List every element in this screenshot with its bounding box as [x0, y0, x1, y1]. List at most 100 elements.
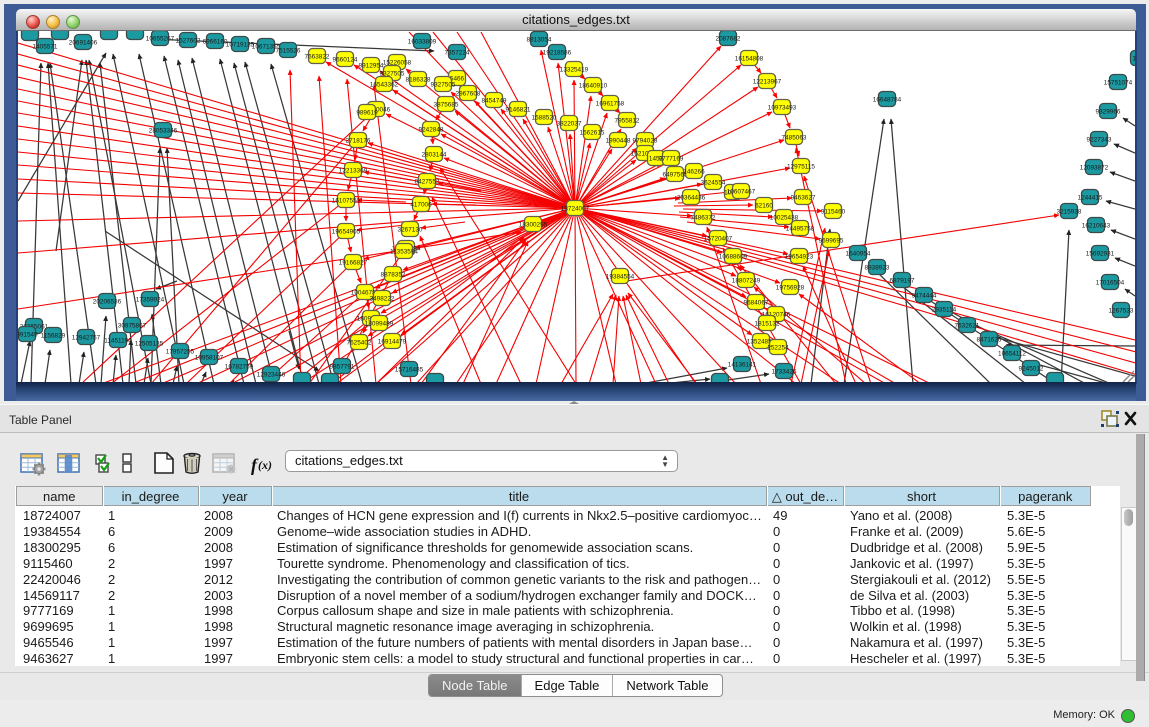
svg-text:17016504: 17016504 — [1096, 279, 1125, 286]
svg-text:10973493: 10973493 — [768, 104, 797, 111]
svg-text:3215938: 3215938 — [1057, 208, 1082, 215]
svg-text:17359924: 17359924 — [136, 296, 165, 303]
svg-text:8912954: 8912954 — [359, 62, 384, 69]
svg-text:19756928: 19756928 — [776, 284, 805, 291]
svg-text:7357224: 7357224 — [445, 49, 470, 56]
svg-text:3624554: 3624554 — [701, 179, 726, 186]
svg-text:8427552: 8427552 — [415, 178, 440, 185]
svg-text:13325419: 13325419 — [560, 66, 589, 73]
svg-text:16914479: 16914479 — [378, 338, 407, 345]
svg-text:15716485: 15716485 — [395, 366, 424, 373]
svg-text:1588520: 1588520 — [532, 114, 557, 121]
svg-text:12093872: 12093872 — [1080, 164, 1109, 171]
svg-text:10654112: 10654112 — [998, 350, 1026, 357]
svg-text:6966160: 6966160 — [203, 38, 228, 45]
svg-text:15751074: 15751074 — [1104, 79, 1133, 86]
svg-text:417006: 417006 — [410, 201, 432, 208]
svg-text:16961758: 16961758 — [596, 100, 625, 107]
svg-text:30975867: 30975867 — [118, 322, 147, 329]
svg-text:7515526: 7515526 — [276, 47, 301, 54]
svg-text:9660124: 9660124 — [333, 56, 358, 63]
svg-text:16210643: 16210643 — [1082, 222, 1111, 229]
svg-text:7663822: 7663822 — [305, 53, 330, 60]
svg-text:3267130: 3267130 — [398, 226, 423, 233]
svg-text:12923446: 12923446 — [257, 371, 286, 378]
svg-text:20691406: 20691406 — [69, 39, 98, 46]
svg-text:9146821: 9146821 — [506, 106, 531, 113]
svg-text:19166827: 19166827 — [339, 259, 368, 266]
svg-text:19654923: 19654923 — [785, 253, 814, 260]
svg-text:9329966: 9329966 — [1096, 108, 1121, 115]
svg-text:18640910: 18640910 — [579, 82, 608, 89]
svg-text:9857791: 9857791 — [330, 363, 355, 370]
svg-text:9699695: 9699695 — [819, 237, 844, 244]
svg-text:9245012: 9245012 — [1019, 365, 1044, 372]
svg-text:3498222: 3498222 — [370, 295, 395, 302]
svg-text:7955812: 7955812 — [615, 117, 640, 124]
svg-text:9327505: 9327505 — [431, 81, 456, 88]
svg-text:8938923: 8938923 — [865, 264, 890, 271]
svg-text:12942757: 12942757 — [72, 334, 101, 341]
svg-text:252254: 252254 — [767, 344, 789, 351]
svg-text:12213369: 12213369 — [339, 167, 368, 174]
svg-text:18807249: 18807249 — [732, 277, 761, 284]
svg-text:10655267: 10655267 — [146, 35, 175, 42]
svg-text:10958107: 10958107 — [195, 354, 224, 361]
svg-text:16107553: 16107553 — [332, 197, 361, 204]
svg-text:1156829: 1156829 — [41, 332, 66, 339]
svg-text:16543362: 16543362 — [370, 81, 399, 88]
svg-text:19384554: 19384554 — [606, 273, 635, 280]
svg-text:16154808: 16154808 — [735, 55, 764, 62]
svg-text:7485063: 7485063 — [782, 134, 807, 141]
svg-text:20364436: 20364436 — [677, 194, 706, 201]
svg-text:9227343: 9227343 — [1087, 136, 1112, 143]
svg-text:12975115: 12975115 — [787, 163, 815, 170]
svg-text:7625402: 7625402 — [347, 339, 372, 346]
svg-text:14136141: 14136141 — [728, 361, 757, 368]
svg-text:10719135: 10719135 — [226, 41, 255, 48]
svg-text:146266: 146266 — [683, 168, 705, 175]
svg-text:16033809: 16033809 — [408, 38, 437, 45]
svg-text:12213967: 12213967 — [753, 78, 782, 85]
svg-text:28053346: 28053346 — [149, 127, 178, 134]
svg-text:8454749: 8454749 — [482, 97, 507, 104]
svg-text:1527602: 1527602 — [176, 37, 201, 44]
svg-text:16782759: 16782759 — [225, 363, 254, 370]
svg-text:8471626: 8471626 — [977, 336, 1002, 343]
svg-text:3822037: 3822037 — [557, 120, 582, 127]
svg-text:9777169: 9777169 — [659, 155, 684, 162]
svg-text:9684067: 9684067 — [744, 299, 769, 306]
svg-text:10688609: 10688609 — [719, 253, 748, 260]
svg-text:1244415: 1244415 — [1078, 194, 1103, 201]
svg-text:2718176: 2718176 — [346, 137, 371, 144]
svg-text:1733426: 1733426 — [772, 368, 797, 375]
svg-text:9242848: 9242848 — [419, 126, 444, 133]
svg-text:15720407: 15720407 — [704, 235, 733, 242]
svg-text:14495758: 14495758 — [786, 225, 815, 232]
svg-text:7632621: 7632621 — [955, 322, 980, 329]
svg-text:1267533: 1267533 — [1109, 307, 1134, 314]
svg-text:391549: 391549 — [18, 331, 38, 338]
svg-text:8878352: 8878352 — [381, 271, 406, 278]
svg-text:6879197: 6879197 — [890, 277, 915, 284]
svg-text:11451194: 11451194 — [104, 337, 132, 344]
svg-text:9474444: 9474444 — [912, 292, 937, 299]
svg-text:19218586: 19218586 — [543, 49, 572, 56]
svg-text:15692931: 15692931 — [1086, 250, 1115, 257]
svg-text:18724007: 18724007 — [561, 205, 590, 212]
svg-text:3875685: 3875685 — [434, 101, 459, 108]
svg-text:1815132: 1815132 — [755, 320, 780, 327]
svg-text:2935114: 2935114 — [932, 306, 957, 313]
svg-text:9115460: 9115460 — [821, 208, 846, 215]
svg-text:2967608: 2967608 — [456, 90, 481, 97]
svg-text:8186328: 8186328 — [406, 76, 431, 83]
svg-text:9794028: 9794028 — [633, 137, 658, 144]
svg-text:17957255: 17957255 — [166, 348, 195, 355]
svg-text:1405571: 1405571 — [33, 43, 58, 50]
svg-text:7486372: 7486372 — [691, 214, 716, 221]
svg-text:1640954: 1640954 — [846, 250, 871, 257]
svg-text:2087682: 2087682 — [716, 35, 741, 42]
svg-text:16648784: 16648784 — [873, 96, 902, 103]
svg-text:18300295: 18300295 — [519, 221, 548, 228]
svg-text:10607467: 10607467 — [727, 188, 756, 195]
